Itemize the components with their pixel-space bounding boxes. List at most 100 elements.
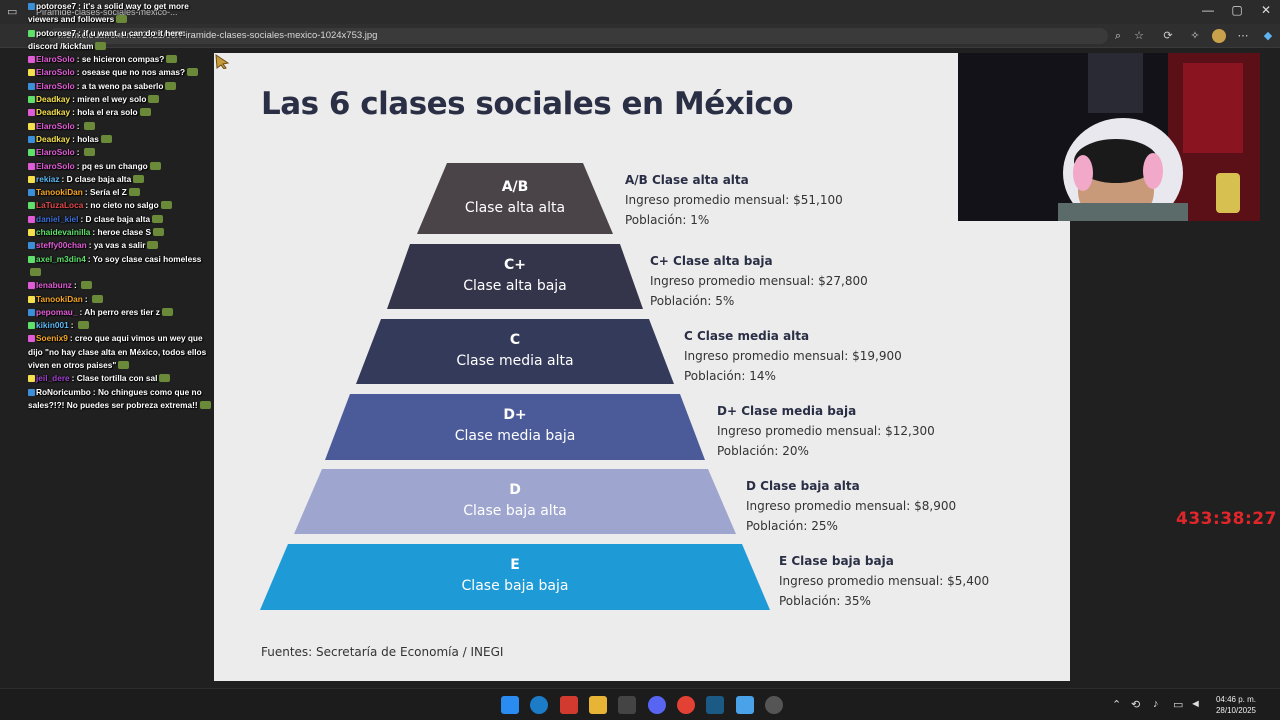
- emote-icon: [116, 15, 128, 24]
- badge-icon: [28, 135, 35, 143]
- tier-code: A/B: [501, 178, 529, 195]
- maximize-button[interactable]: ▢: [1222, 3, 1252, 17]
- chat-username[interactable]: TanookiDan: [36, 187, 83, 197]
- puzzle-icon[interactable]: ✧: [1188, 29, 1202, 43]
- chat-message: ElaroSolo:: [28, 146, 213, 159]
- network-icon[interactable]: ▭: [1173, 698, 1183, 711]
- minimize-button[interactable]: —: [1193, 3, 1223, 17]
- emote-icon: [149, 161, 161, 170]
- tier-name: Clase alta baja: [463, 277, 567, 294]
- chat-username[interactable]: potorose7: [36, 1, 76, 11]
- volume-icon[interactable]: ◄: [1190, 698, 1201, 710]
- emote-icon: [160, 201, 172, 210]
- chat-username[interactable]: steffy00chan: [36, 240, 87, 250]
- chat-text: Ah perro eres tier z: [84, 306, 160, 317]
- close-button[interactable]: ✕: [1251, 3, 1280, 17]
- chat-separator: :: [70, 320, 76, 331]
- microphone-icon[interactable]: ♪: [1153, 698, 1159, 710]
- tier-code: C+: [503, 256, 526, 273]
- tier-income: Ingreso promedio mensual: $12,300: [717, 424, 935, 438]
- sidebar-toggle-icon[interactable]: ▭: [7, 5, 17, 18]
- badge-icon: [28, 215, 35, 223]
- extensions-icon[interactable]: ⟳: [1161, 29, 1175, 43]
- chat-username[interactable]: ElaroSolo: [36, 54, 75, 64]
- zoom-icon[interactable]: ⌕: [1111, 29, 1125, 43]
- stream-timer: 433:38:27: [1176, 509, 1277, 529]
- chat-text: se hicieron compas?: [81, 54, 165, 65]
- start-windows-icon[interactable]: [501, 696, 519, 714]
- chat-text: Sería el Z: [89, 187, 127, 198]
- chat-username[interactable]: ElaroSolo: [36, 81, 75, 91]
- chat-message: TanookiDan:: [28, 293, 213, 306]
- chat-message: TanookiDan: Sería el Z: [28, 186, 213, 199]
- pyramid-tier-shape: [387, 244, 643, 309]
- tier-code: D: [509, 481, 521, 498]
- chat-username[interactable]: ElaroSolo: [36, 121, 75, 131]
- more-menu-icon[interactable]: ⋯: [1236, 29, 1250, 43]
- chat-message: lenabunz:: [28, 279, 213, 292]
- emote-icon: [161, 307, 173, 316]
- emote-icon: [118, 361, 130, 370]
- emote-icon: [133, 174, 145, 183]
- badge-icon: [28, 282, 35, 290]
- emote-icon: [30, 267, 41, 276]
- badge-icon: [28, 29, 35, 37]
- chat-message: ElaroSolo: osease que no nos amas?: [28, 66, 213, 79]
- obs-icon[interactable]: [618, 696, 636, 714]
- chat-username[interactable]: ElaroSolo: [36, 67, 75, 77]
- tier-population: Población: 25%: [746, 519, 838, 533]
- favorite-star-icon[interactable]: ☆: [1132, 29, 1146, 43]
- chrome-icon[interactable]: [677, 696, 695, 714]
- chat-username[interactable]: axel_m3din4: [36, 254, 86, 264]
- chat-username[interactable]: RoNoricumbo: [36, 387, 91, 397]
- tier-info: C+ Clase alta baja Ingreso promedio mensu…: [650, 251, 868, 311]
- chat-username[interactable]: Deadkay: [36, 107, 70, 117]
- edge-browser-icon[interactable]: [530, 696, 548, 714]
- discord-icon[interactable]: [648, 696, 666, 714]
- chat-text: miren el wey solo: [77, 94, 147, 105]
- tray-chevron-icon[interactable]: ⌃: [1112, 698, 1121, 711]
- chat-username[interactable]: pepomau_: [36, 307, 78, 317]
- tier-income: Ingreso promedio mensual: $27,800: [650, 274, 868, 288]
- copilot-icon[interactable]: ◆: [1261, 29, 1275, 43]
- taskbar-clock[interactable]: 04:46 p. m. 28/10/2025: [1210, 694, 1256, 716]
- file-explorer-icon[interactable]: [589, 696, 607, 714]
- chat-username[interactable]: Soenix9: [36, 333, 68, 343]
- chat-username[interactable]: LaTuzaLoca: [36, 200, 83, 210]
- chat-username[interactable]: kikin001: [36, 320, 69, 330]
- chat-username[interactable]: TanookiDan: [36, 294, 83, 304]
- chat-text: heroe clase S: [97, 227, 152, 238]
- chat-message: ElaroSolo: a ta weno pa saberlo: [28, 80, 213, 93]
- badge-icon: [28, 229, 35, 237]
- chat-username[interactable]: lenabunz: [36, 280, 72, 290]
- chat-message: Deadkay: hola el era solo: [28, 106, 213, 119]
- chat-username[interactable]: jeil_dere: [36, 373, 70, 383]
- notepad-icon[interactable]: [736, 696, 754, 714]
- profile-avatar[interactable]: [1212, 29, 1226, 43]
- tier-income: Ingreso promedio mensual: $51,100: [625, 193, 843, 207]
- chat-username[interactable]: chaidevainilla: [36, 227, 90, 237]
- chat-username[interactable]: potorose7: [36, 28, 76, 38]
- tier-name: Clase baja alta: [463, 502, 567, 519]
- voicemeeter-icon[interactable]: [560, 696, 578, 714]
- emote-icon: [159, 374, 171, 383]
- clock-app-icon[interactable]: [765, 696, 783, 714]
- chat-text: hola el era solo: [77, 107, 138, 118]
- badge-icon: [28, 335, 35, 343]
- chat-username[interactable]: Deadkay: [36, 134, 70, 144]
- tier-heading: D Clase baja alta: [746, 479, 860, 493]
- chat-username[interactable]: ElaroSolo: [36, 161, 75, 171]
- chat-username[interactable]: daniel_kiel: [36, 214, 78, 224]
- steam-icon[interactable]: [706, 696, 724, 714]
- chat-username[interactable]: ElaroSolo: [36, 147, 75, 157]
- chat-username[interactable]: rekiaz: [36, 174, 60, 184]
- badge-icon: [28, 56, 35, 64]
- badge-icon: [28, 3, 35, 10]
- tier-info: C Clase media alta Ingreso promedio mensu…: [684, 326, 902, 386]
- chat-message: LaTuzaLoca: no cieto no salgo: [28, 199, 213, 212]
- chat-username[interactable]: Deadkay: [36, 94, 70, 104]
- badge-icon: [28, 189, 35, 197]
- chat-message: potorose7: it's a solid way to get more …: [28, 0, 213, 27]
- sync-icon[interactable]: ⟲: [1131, 698, 1140, 711]
- chat-text: Yo soy clase casi homeless: [92, 253, 202, 264]
